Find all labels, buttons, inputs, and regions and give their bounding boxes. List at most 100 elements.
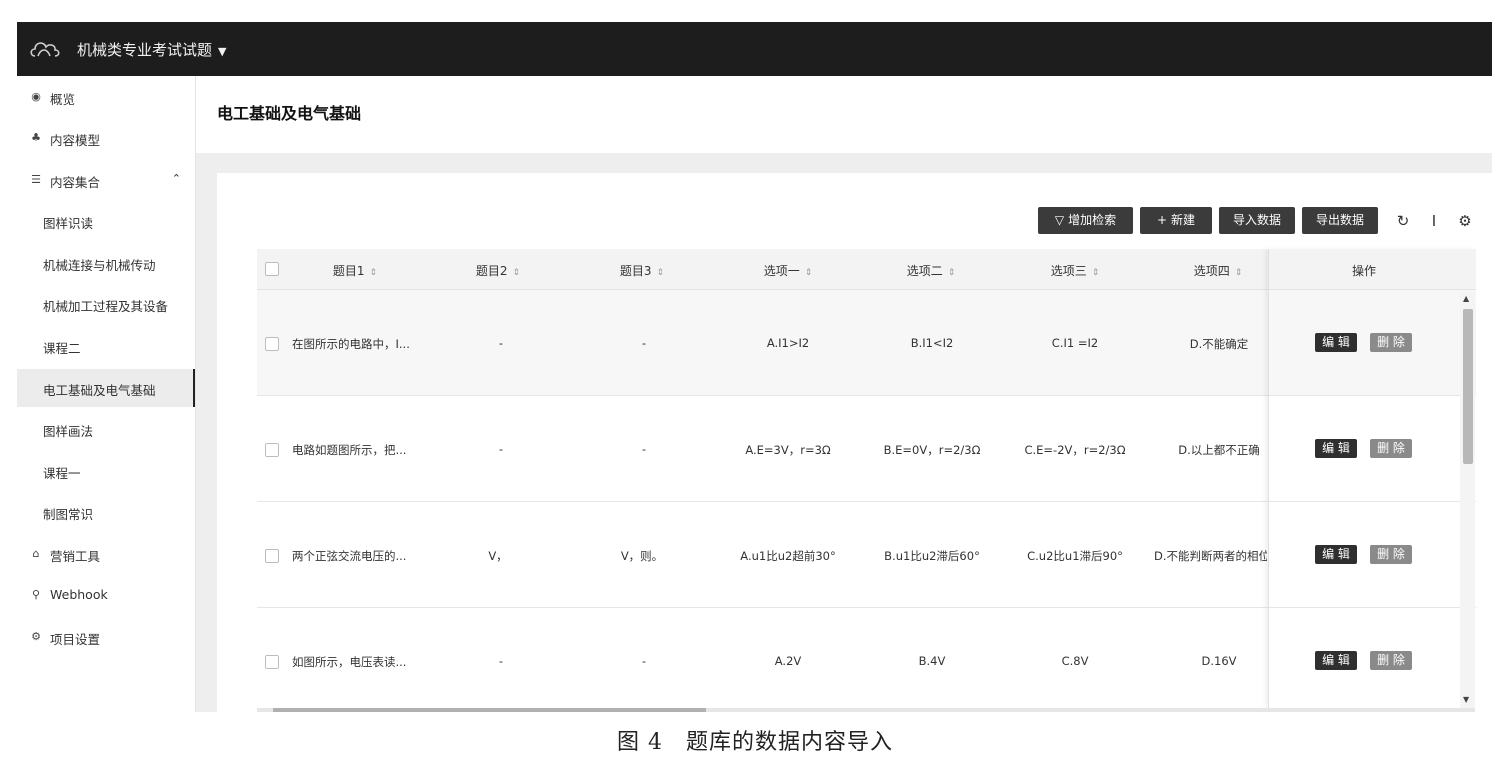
sidebar-item-drawing-common-sense[interactable]: 制图常识 [17,493,195,531]
cell-option-2: B.E=0V，r=2/3Ω [883,443,981,457]
cell-option-2: B.u1比u2滞后60° [884,549,980,563]
column-header-label: 选项三 [1050,264,1087,278]
edit-button[interactable]: 编 辑 [1315,439,1357,458]
action-column: 操作 编 辑 删 除 编 辑 删 除 编 辑 删 除 编 辑 删 除 [1268,249,1476,708]
sidebar-item-electrical-basics[interactable]: 电工基础及电气基础 [17,369,195,407]
model-icon: ♣ [31,131,41,144]
sidebar-item-content-collection[interactable]: ☰ 内容集合 ⌃ [17,161,195,199]
cell-option-3: C.u2比u1滞后90° [1027,549,1123,563]
delete-button[interactable]: 删 除 [1370,439,1412,458]
row-checkbox[interactable] [265,549,279,563]
column-header[interactable]: 题目2 ⇕ [476,262,520,279]
vertical-scroll-thumb[interactable] [1463,309,1473,464]
column-header[interactable]: 选项四 ⇕ [1194,262,1243,279]
edit-button[interactable]: 编 辑 [1315,651,1357,670]
sidebar-item-label: 内容集合 [50,175,101,190]
cell-option-3: C.E=-2V，r=2/3Ω [1024,443,1126,457]
settings-gear-icon[interactable]: ⚙ [1456,212,1474,230]
delete-button[interactable]: 删 除 [1370,333,1412,352]
horizontal-scrollbar[interactable] [257,708,1475,712]
cell-question-2: V， [488,549,508,563]
refresh-icon[interactable]: ↻ [1394,212,1412,230]
sort-icon: ⇕ [1234,268,1243,278]
project-title: 机械类专业考试试题 [77,41,213,59]
add-filter-label: 增加检索 [1068,213,1117,227]
sidebar-item-webhook[interactable]: ⚲ Webhook [17,576,195,614]
column-height-icon[interactable]: Ⅰ [1425,212,1443,230]
row-checkbox[interactable] [265,337,279,351]
filter-icon: ▽ [1054,213,1065,227]
row-checkbox[interactable] [265,443,279,457]
edit-button[interactable]: 编 辑 [1315,333,1357,352]
sidebar-item-project-settings[interactable]: ⚙ 项目设置 [17,618,195,656]
cell-option-1: A.E=3V，r=3Ω [745,443,831,457]
cell-question-2: - [498,336,504,350]
cloud-logo-icon [30,42,60,57]
sidebar-item-label: Webhook [50,587,108,602]
cell-question-3: V，则。 [620,549,664,563]
sidebar-item-label: 项目设置 [50,632,101,647]
column-header[interactable]: 选项一 ⇕ [764,262,813,279]
action-cell: 编 辑 删 除 [1269,290,1476,396]
vertical-scrollbar[interactable]: ▲ ▼ [1460,292,1475,708]
top-bar: 机械类专业考试试题 ▼ [17,22,1492,76]
cell-option-3: C.8V [1061,654,1089,668]
cell-question-3: - [641,442,647,456]
sidebar-item-label: 营销工具 [50,549,101,564]
sidebar-item-label: 内容模型 [50,133,101,148]
cell-option-4: D.不能确定 [1189,337,1249,351]
webhook-icon: ⚲ [31,588,41,601]
action-cell: 编 辑 删 除 [1269,396,1476,502]
column-header-label: 题目3 [619,264,652,278]
scroll-up-icon[interactable]: ▲ [1463,294,1469,303]
cell-question: 电路如题图所示，把... [292,443,407,457]
sort-icon: ⇕ [512,268,521,278]
new-button[interactable]: + 新建 [1140,207,1212,234]
sort-icon: ⇕ [369,268,378,278]
column-header[interactable]: 选项三 ⇕ [1051,262,1100,279]
sidebar-item-drawing-reading[interactable]: 图样识读 [17,202,195,240]
delete-button[interactable]: 删 除 [1370,651,1412,670]
column-header[interactable]: 题目3 ⇕ [620,262,664,279]
sidebar-item-course-two[interactable]: 课程二 [17,327,195,365]
sidebar-item-overview[interactable]: ◉ 概览 [17,78,195,116]
sidebar: ◉ 概览 ♣ 内容模型 ☰ 内容集合 ⌃ 图样识读 机械连接与机械传动 机械加工… [17,76,196,712]
eye-icon: ◉ [31,90,41,103]
plus-icon: + [1156,213,1168,227]
sidebar-item-label: 图样识读 [43,216,94,231]
scroll-down-icon[interactable]: ▼ [1463,695,1469,704]
cell-option-4: D.16V [1201,654,1237,668]
column-header-label: 选项一 [763,264,800,278]
cell-question-3: - [641,654,647,668]
add-filter-button[interactable]: ▽ 增加检索 [1038,207,1133,234]
select-all-checkbox[interactable] [265,262,279,276]
sidebar-item-content-model[interactable]: ♣ 内容模型 [17,119,195,157]
export-data-button[interactable]: 导出数据 [1302,207,1378,234]
cell-option-2: B.4V [918,654,946,668]
sidebar-item-label: 图样画法 [43,424,94,439]
sidebar-item-mechanical-connection[interactable]: 机械连接与机械传动 [17,244,195,282]
edit-button[interactable]: 编 辑 [1315,545,1357,564]
cell-question: 两个正弦交流电压的... [292,549,407,563]
sidebar-item-machining[interactable]: 机械加工过程及其设备 [17,285,195,323]
cell-option-1: A.I1>I2 [766,336,810,350]
delete-button[interactable]: 删 除 [1370,545,1412,564]
sidebar-item-course-one[interactable]: 课程一 [17,452,195,490]
page-title: 电工基础及电气基础 [217,104,362,123]
cell-question-3: - [641,336,647,350]
sidebar-item-drawing-method[interactable]: 图样画法 [17,410,195,448]
import-data-button[interactable]: 导入数据 [1219,207,1295,234]
cell-question-2: - [498,442,504,456]
row-checkbox[interactable] [265,655,279,669]
cell-option-3: C.I1 =I2 [1051,336,1099,350]
sidebar-item-marketing-tools[interactable]: ⌂ 营销工具 [17,535,195,573]
figure-caption: 图 4 题库的数据内容导入 [617,730,893,755]
horizontal-scroll-thumb[interactable] [273,708,706,712]
project-switcher[interactable]: 机械类专业考试试题 ▼ [77,39,226,60]
column-header[interactable]: 选项二 ⇕ [907,262,956,279]
action-header-label: 操作 [1351,264,1376,278]
action-column-header: 操作 [1269,249,1476,290]
cell-question: 如图所示，电压表读... [292,655,407,669]
sort-icon: ⇕ [947,268,956,278]
column-header[interactable]: 题目1 ⇕ [333,262,377,279]
